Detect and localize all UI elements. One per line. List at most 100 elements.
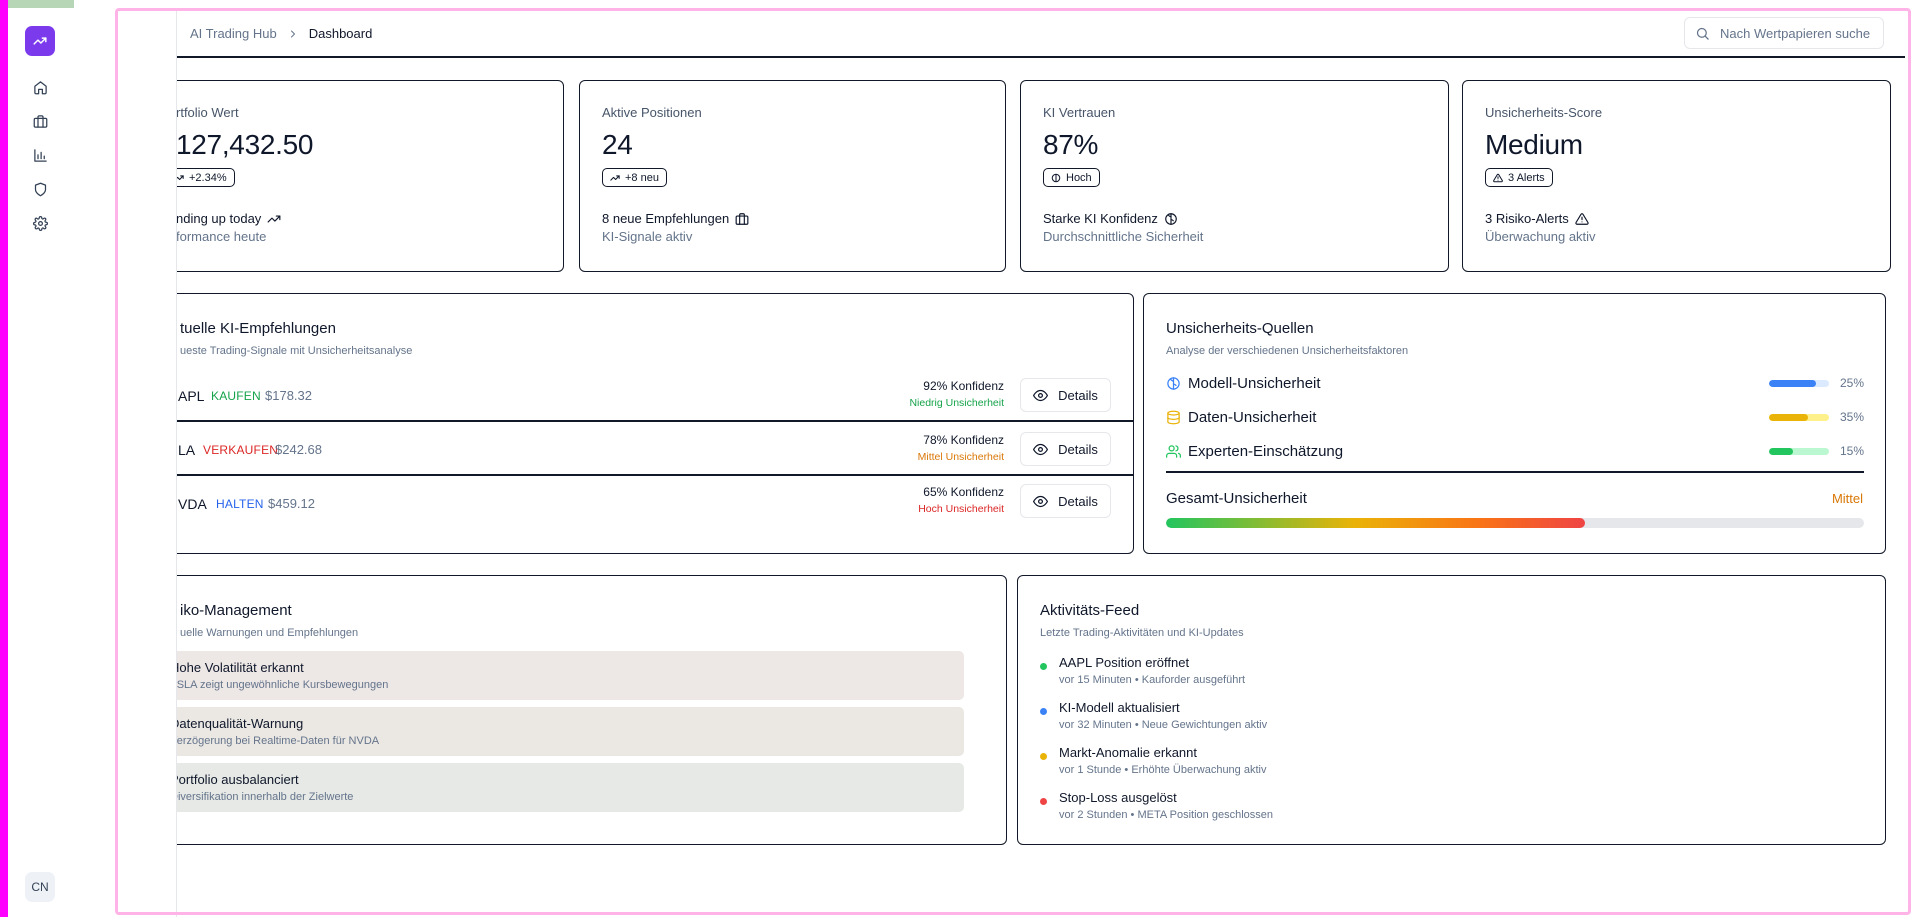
alert-description: Verzögerung bei Realtime-Daten für NVDA xyxy=(177,735,380,747)
settings-icon xyxy=(32,215,48,231)
details-button[interactable]: Details xyxy=(1020,378,1111,412)
activity-meta: vor 1 Stunde • Erhöhte Überwachung aktiv xyxy=(1059,764,1267,776)
total-uncertainty-value: Mittel xyxy=(1831,491,1863,506)
stat-card-active-positions: Aktive Positionen 24 +8 neu 8 neue Empfe… xyxy=(579,80,1006,272)
card-title: Aktivitäts-Feed xyxy=(1040,602,1140,619)
stat-footer-text: Starke KI Konfidenz xyxy=(1043,211,1158,226)
activity-item[interactable]: KI-Modell aktualisiert vor 32 Minuten • … xyxy=(1040,699,1840,739)
warning-icon xyxy=(1575,212,1589,225)
trending-up-icon xyxy=(33,37,47,45)
status-dot xyxy=(1040,708,1047,715)
source-progress-bar xyxy=(1769,414,1829,421)
sidebar-item-security[interactable] xyxy=(25,174,55,204)
uncertainty-source-row: Experten-Einschätzung 15% xyxy=(1166,441,1864,463)
badge-text: 3 Alerts xyxy=(1508,171,1545,184)
shield-icon xyxy=(34,182,46,196)
status-dot xyxy=(1040,753,1047,760)
stat-value: 87% xyxy=(1043,129,1099,160)
sidebar-item-portfolio[interactable] xyxy=(25,106,55,136)
activity-item[interactable]: Markt-Anomalie erkannt vor 1 Stunde • Er… xyxy=(1040,744,1840,784)
stat-footer: 8 neue Empfehlungen xyxy=(602,211,749,226)
stock-price: $459.12 xyxy=(268,496,315,511)
details-label: Details xyxy=(1058,493,1098,509)
badge-text: +2.34% xyxy=(189,171,227,184)
risk-alert[interactable]: Hohe Volatilität erkannt TSLA zeigt unge… xyxy=(177,651,964,700)
sidebar: CN xyxy=(8,8,177,917)
card-title: tuelle KI-Empfehlungen xyxy=(180,320,336,337)
bar-chart-icon xyxy=(33,148,47,162)
source-label: Experten-Einschätzung xyxy=(1188,443,1344,460)
breadcrumb-current: Dashboard xyxy=(308,26,373,41)
stat-value: 24 xyxy=(602,129,633,160)
search-box[interactable] xyxy=(1684,17,1884,49)
window-edge xyxy=(0,0,8,917)
sidebar-item-analytics[interactable] xyxy=(25,140,55,170)
risk-alert[interactable]: Portfolio ausbalanciert Diversifikation … xyxy=(177,763,964,812)
total-uncertainty-bar xyxy=(1166,518,1864,528)
source-progress-bar xyxy=(1769,380,1829,387)
card-title: iko-Management xyxy=(180,602,292,619)
alert-description: TSLA zeigt ungewöhnliche Kursbewegungen xyxy=(177,679,389,691)
stat-card-portfolio-value: rtfolio Wert 127,432.50 +2.34% nding up … xyxy=(177,80,564,272)
details-button[interactable]: Details xyxy=(1020,432,1111,466)
stock-symbol: VDA xyxy=(178,496,207,512)
sidebar-item-home[interactable] xyxy=(25,72,55,102)
risk-management-card: iko-Management uelle Warnungen und Empfe… xyxy=(177,575,1007,845)
home-icon xyxy=(33,80,47,94)
status-dot xyxy=(1040,663,1047,670)
uncertainty-level: Hoch Unsicherheit xyxy=(918,503,1004,515)
user-avatar[interactable]: CN xyxy=(25,872,55,902)
stat-value: Medium xyxy=(1485,129,1583,160)
stat-label: KI Vertrauen xyxy=(1043,105,1116,120)
card-description: Analyse der verschiedenen Unsicherheitsf… xyxy=(1166,345,1409,357)
activity-title: Markt-Anomalie erkannt xyxy=(1059,745,1197,760)
brain-icon xyxy=(1167,377,1180,390)
alert-title: Portfolio ausbalanciert xyxy=(177,772,299,787)
activity-feed-card: Aktivitäts-Feed Letzte Trading-Aktivität… xyxy=(1017,575,1886,845)
change-badge: +2.34% xyxy=(177,168,235,187)
stock-symbol: APL xyxy=(178,388,205,404)
alert-title: Datenqualität-Warnung xyxy=(177,716,304,731)
confidence-value: 65% Konfidenz xyxy=(923,485,1004,499)
sidebar-item-settings[interactable] xyxy=(25,208,55,238)
uncertainty-source-row: Daten-Unsicherheit 35% xyxy=(1166,407,1864,429)
risk-alert[interactable]: Datenqualität-Warnung Verzögerung bei Re… xyxy=(177,707,964,756)
recommendation-row: APL KAUFEN $178.32 92% Konfidenz Niedrig… xyxy=(177,368,1133,422)
dashboard-main: rtfolio Wert 127,432.50 +2.34% nding up … xyxy=(177,58,1917,917)
search-input[interactable] xyxy=(1720,25,1880,41)
change-badge: +8 neu xyxy=(602,168,667,187)
activity-item[interactable]: AAPL Position eröffnet vor 15 Minuten • … xyxy=(1040,654,1840,694)
stat-card-uncertainty-score: Unsicherheits-Score Medium 3 Alerts 3 Ri… xyxy=(1462,80,1891,272)
activity-title: AAPL Position eröffnet xyxy=(1059,655,1190,670)
uncertainty-level: Niedrig Unsicherheit xyxy=(909,397,1004,409)
activity-item[interactable]: Stop-Loss ausgelöst vor 2 Stunden • META… xyxy=(1040,789,1840,829)
stat-footer-text: 8 neue Empfehlungen xyxy=(602,211,730,226)
stat-subtext: Überwachung aktiv xyxy=(1485,229,1596,244)
recommendation-row: VDA HALTEN $459.12 65% Konfidenz Hoch Un… xyxy=(177,476,1133,530)
alert-description: Diversifikation innerhalb der Zielwerte xyxy=(177,791,354,803)
stat-footer-text: nding up today xyxy=(177,211,262,226)
stat-footer: 3 Risiko-Alerts xyxy=(1485,211,1589,226)
app-logo-button[interactable] xyxy=(25,26,55,56)
source-percent: 15% xyxy=(1839,444,1864,458)
stat-subtext: KI-Signale aktiv xyxy=(602,229,693,244)
warning-icon xyxy=(1493,173,1503,182)
source-percent: 35% xyxy=(1839,410,1864,424)
details-button[interactable]: Details xyxy=(1020,484,1111,518)
recommendation-row: LA VERKAUFEN $242.68 78% Konfidenz Mitte… xyxy=(177,422,1133,476)
breadcrumb-root[interactable]: AI Trading Hub xyxy=(190,26,277,41)
stat-subtext: formance heute xyxy=(177,229,267,244)
stat-footer: Starke KI Konfidenz xyxy=(1043,211,1178,226)
action-label: HALTEN xyxy=(216,497,264,511)
source-progress-fill xyxy=(1769,380,1816,387)
source-label: Modell-Unsicherheit xyxy=(1188,375,1321,392)
stat-label: rtfolio Wert xyxy=(177,105,239,120)
stat-footer: nding up today xyxy=(177,211,281,226)
activity-title: Stop-Loss ausgelöst xyxy=(1059,790,1177,805)
brain-icon xyxy=(1051,173,1061,182)
activity-meta: vor 15 Minuten • Kauforder ausgeführt xyxy=(1059,674,1246,686)
stat-value: 127,432.50 xyxy=(177,129,314,160)
briefcase-icon xyxy=(33,114,47,128)
total-uncertainty-fill xyxy=(1166,518,1585,528)
stat-label: Unsicherheits-Score xyxy=(1485,105,1603,120)
